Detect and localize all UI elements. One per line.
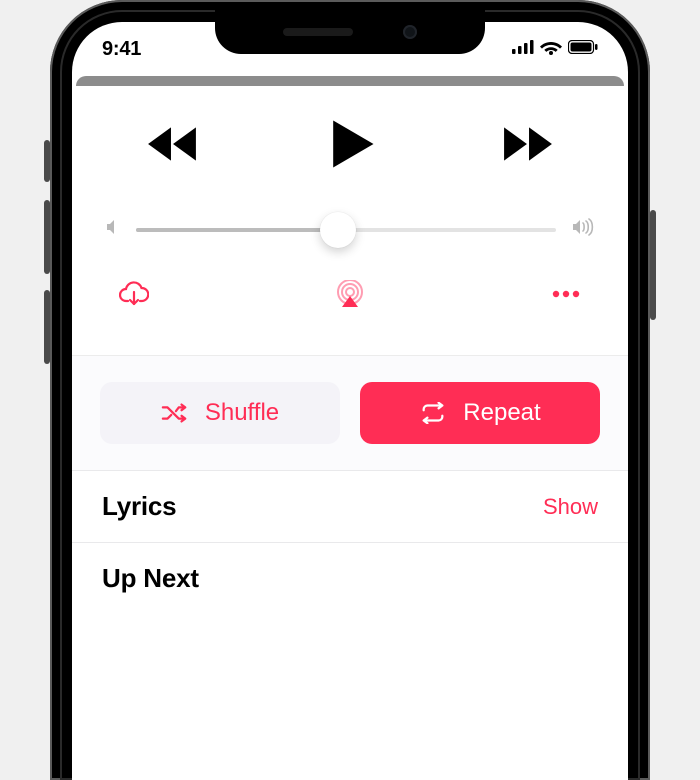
download-button[interactable]	[114, 279, 154, 309]
action-row	[72, 251, 628, 355]
lyrics-show-link[interactable]: Show	[543, 494, 598, 520]
volume-fill	[136, 228, 338, 232]
volume-low-icon	[106, 219, 120, 240]
power-hardware	[650, 210, 656, 320]
more-button[interactable]	[546, 279, 586, 309]
now-playing-sheet: Shuffle Repeat Lyrics Show U	[72, 86, 628, 780]
notch	[215, 10, 485, 54]
transport-controls	[72, 86, 628, 184]
more-icon	[551, 290, 581, 298]
shuffle-label: Shuffle	[205, 399, 279, 427]
screen: 9:41	[72, 22, 628, 780]
wifi-icon	[540, 39, 562, 60]
airplay-button[interactable]	[330, 279, 370, 309]
status-time: 9:41	[102, 38, 141, 61]
forward-icon	[502, 123, 554, 165]
volume-high-icon	[572, 218, 594, 241]
rewind-icon	[146, 123, 198, 165]
up-next-title: Up Next	[102, 563, 199, 594]
repeat-button[interactable]: Repeat	[360, 382, 600, 444]
lyrics-row[interactable]: Lyrics Show	[72, 470, 628, 542]
volume-row	[72, 184, 628, 251]
phone-bezel: 9:41	[60, 10, 640, 780]
previous-button[interactable]	[132, 114, 212, 174]
status-icons	[512, 39, 598, 60]
phone-frame: 9:41	[50, 0, 650, 780]
next-button[interactable]	[488, 114, 568, 174]
front-camera	[403, 25, 417, 39]
lyrics-title: Lyrics	[102, 491, 176, 522]
up-next-row[interactable]: Up Next	[72, 542, 628, 614]
repeat-label: Repeat	[463, 399, 540, 427]
cellular-icon	[512, 40, 534, 59]
repeat-icon	[419, 402, 447, 424]
play-icon	[322, 116, 378, 172]
shuffle-icon	[161, 402, 189, 424]
background-card	[76, 76, 624, 86]
cloud-download-icon	[119, 281, 149, 307]
play-button[interactable]	[310, 114, 390, 174]
shuffle-button[interactable]: Shuffle	[100, 382, 340, 444]
volume-thumb[interactable]	[320, 212, 356, 248]
volume-slider[interactable]	[136, 228, 556, 232]
shuffle-repeat-row: Shuffle Repeat	[72, 355, 628, 470]
airplay-icon	[335, 280, 365, 308]
earpiece	[283, 28, 353, 36]
battery-icon	[568, 40, 598, 59]
